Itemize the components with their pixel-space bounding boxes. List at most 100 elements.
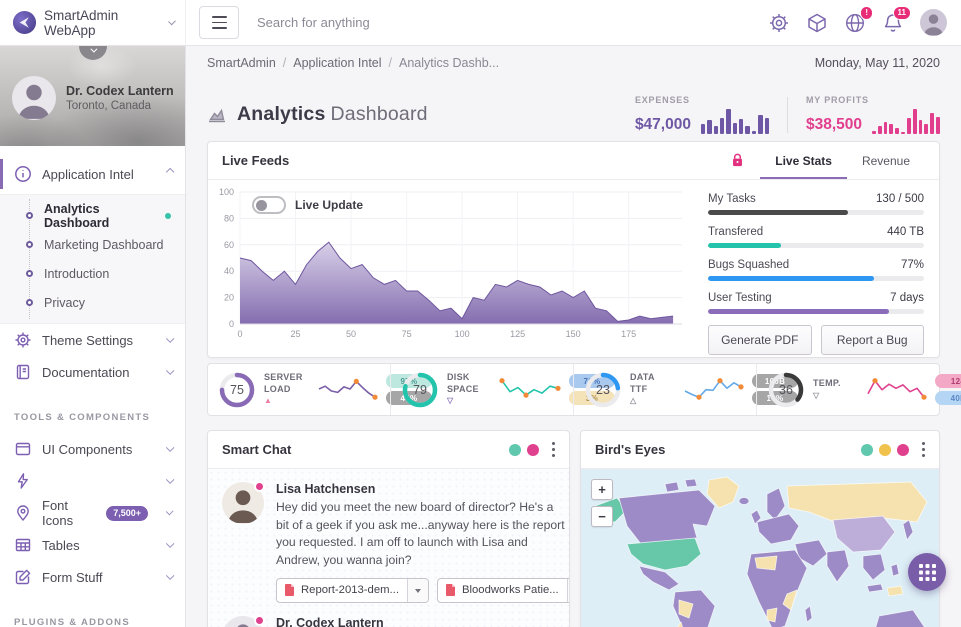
trend-up-icon: ▲ bbox=[264, 396, 308, 406]
zoom-out-button[interactable]: − bbox=[591, 506, 613, 527]
breadcrumb: SmartAdmin/ Application Intel/ Analytics… bbox=[186, 46, 961, 80]
breadcrumb-item[interactable]: SmartAdmin bbox=[207, 56, 276, 70]
chat-avatar-codex[interactable] bbox=[222, 616, 264, 627]
kebab-menu-icon[interactable] bbox=[922, 441, 925, 459]
progress-stat-transfered: Transfered440 TB bbox=[708, 226, 924, 248]
attachment-name: Report-2013-dem... bbox=[301, 584, 407, 596]
sidebar-item-form-stuff[interactable]: Form Stuff bbox=[0, 561, 185, 593]
sidebar-item-label: UI Components bbox=[42, 442, 132, 457]
search-input[interactable] bbox=[239, 15, 768, 30]
chat-message: Lisa Hatchensen Hey did you meet the new… bbox=[222, 482, 555, 603]
language-globe-icon[interactable]: ! bbox=[844, 12, 866, 34]
sidebar-item-ui-components[interactable]: UI Components bbox=[0, 433, 185, 465]
table-icon bbox=[14, 536, 32, 554]
tab-live-stats[interactable]: Live Stats bbox=[760, 142, 847, 179]
sidebar-item-application-intel[interactable]: Application Intel bbox=[0, 156, 185, 192]
sidebar-item-label: Application Intel bbox=[42, 167, 134, 182]
chat-sender-name: Dr. Codex Lantern bbox=[276, 616, 555, 627]
chat-avatar-lisa[interactable] bbox=[222, 482, 264, 524]
world-map[interactable]: + − bbox=[581, 469, 939, 627]
brand-name: SmartAdmin WebApp bbox=[44, 8, 159, 38]
breadcrumb-item[interactable]: Application Intel bbox=[293, 56, 381, 70]
tile-badge: 124 bbox=[935, 374, 961, 388]
live-update-toggle[interactable]: Live Update bbox=[252, 196, 363, 214]
brand[interactable]: SmartAdmin WebApp bbox=[0, 0, 186, 45]
svg-text:125: 125 bbox=[510, 329, 525, 339]
progress-stat-user-testing: User Testing 7 days bbox=[708, 292, 924, 314]
stat-tile-temp[interactable]: 36 Temp.▽ 124 40F bbox=[756, 364, 939, 415]
main-content: SmartAdmin/ Application Intel/ Analytics… bbox=[186, 46, 961, 627]
sidebar-item-theme-settings[interactable]: Theme Settings bbox=[0, 324, 185, 356]
sidebar-item-tables[interactable]: Tables bbox=[0, 529, 185, 561]
sidebar-item-utilities[interactable] bbox=[0, 465, 185, 497]
chat-sender-name: Lisa Hatchensen bbox=[276, 482, 569, 496]
chevron-down-icon bbox=[168, 17, 176, 25]
progress-track bbox=[708, 210, 924, 215]
settings-gear-icon[interactable] bbox=[768, 12, 790, 34]
divider bbox=[787, 97, 788, 133]
trend-up-icon: △ bbox=[630, 396, 674, 406]
live-feeds-stats: My Tasks130 / 500 Transfered440 TB Bugs … bbox=[693, 180, 939, 357]
sidebar-item-introduction[interactable]: Introduction bbox=[0, 259, 185, 288]
quick-menu-fab[interactable] bbox=[908, 553, 946, 591]
online-status-dot bbox=[254, 615, 265, 626]
menu-toggle-button[interactable] bbox=[199, 6, 239, 39]
stat-tile-data-ttf[interactable]: 23 Data TTF△ 100B 10% bbox=[573, 364, 756, 415]
pdf-file-icon bbox=[285, 584, 295, 596]
kpi-label: MY PROFITS bbox=[806, 95, 940, 105]
user-avatar[interactable] bbox=[920, 9, 947, 36]
stat-tiles-row: 75 Server Load▲ 97% 44% 79 Disk Space▽ 7… bbox=[207, 363, 940, 416]
trend-down-icon: ▽ bbox=[813, 391, 857, 401]
sidebar-item-font-icons[interactable]: Font Icons 7,500+ bbox=[0, 497, 185, 529]
caret-down-icon[interactable] bbox=[407, 579, 428, 602]
sidebar-item-documentation[interactable]: Documentation bbox=[0, 356, 185, 388]
data-ttf-sparkline bbox=[681, 374, 745, 406]
svg-text:25: 25 bbox=[291, 329, 301, 339]
svg-text:60: 60 bbox=[224, 240, 234, 250]
world-map-svg bbox=[581, 469, 939, 627]
edit-icon bbox=[14, 568, 32, 586]
stat-value: 7 days bbox=[890, 292, 924, 304]
status-dot-teal[interactable] bbox=[861, 444, 873, 456]
sidebar-item-privacy[interactable]: Privacy bbox=[0, 288, 185, 317]
language-badge: ! bbox=[860, 6, 873, 20]
stat-label: User Testing bbox=[708, 292, 772, 304]
app-logo-icon bbox=[12, 10, 37, 35]
tile-label: Temp. bbox=[813, 378, 841, 388]
apps-cube-icon[interactable] bbox=[806, 12, 828, 34]
tile-label: Server Load bbox=[264, 372, 303, 394]
profile-avatar[interactable] bbox=[12, 76, 56, 120]
kpi-label: EXPENSES bbox=[635, 95, 769, 105]
zoom-in-button[interactable]: + bbox=[591, 479, 613, 500]
stat-label: Transfered bbox=[708, 226, 763, 238]
kpi-value: $47,000 bbox=[635, 116, 691, 134]
svg-text:100: 100 bbox=[219, 187, 234, 197]
notifications-bell-icon[interactable]: 11 bbox=[882, 12, 904, 34]
tab-revenue[interactable]: Revenue bbox=[847, 142, 925, 179]
stat-tile-server-load[interactable]: 75 Server Load▲ 97% 44% bbox=[208, 364, 390, 415]
toggle-switch[interactable] bbox=[252, 196, 286, 214]
report-bug-button[interactable]: Report a Bug bbox=[821, 325, 925, 355]
generate-pdf-button[interactable]: Generate PDF bbox=[708, 325, 812, 355]
svg-text:23: 23 bbox=[596, 383, 610, 397]
sidebar-item-label: Form Stuff bbox=[42, 570, 102, 585]
status-dot-pink[interactable] bbox=[897, 444, 909, 456]
progress-fill bbox=[708, 210, 848, 215]
sidebar-item-marketing-dashboard[interactable]: Marketing Dashboard bbox=[0, 230, 185, 259]
top-header: SmartAdmin WebApp ! 11 bbox=[0, 0, 961, 46]
chart-area-icon bbox=[207, 105, 227, 125]
status-dot-pink[interactable] bbox=[527, 444, 539, 456]
status-dot-teal[interactable] bbox=[509, 444, 521, 456]
chevron-up-icon bbox=[166, 169, 174, 177]
status-dot-yellow[interactable] bbox=[879, 444, 891, 456]
progress-track bbox=[708, 276, 924, 281]
kebab-menu-icon[interactable] bbox=[552, 441, 555, 459]
chevron-down-icon bbox=[166, 335, 174, 343]
sidebar-nav: Application Intel Analytics Dashboard Ma… bbox=[0, 146, 185, 627]
sidebar-item-analytics-dashboard[interactable]: Analytics Dashboard bbox=[0, 201, 185, 230]
book-icon bbox=[14, 363, 32, 381]
attachment-chip[interactable]: Bloodworks Patie... bbox=[437, 578, 569, 603]
stat-tile-disk-space[interactable]: 79 Disk Space▽ 76% 3% bbox=[390, 364, 573, 415]
attachment-chip[interactable]: Report-2013-dem... bbox=[276, 578, 429, 603]
caret-down-icon[interactable] bbox=[567, 579, 569, 602]
